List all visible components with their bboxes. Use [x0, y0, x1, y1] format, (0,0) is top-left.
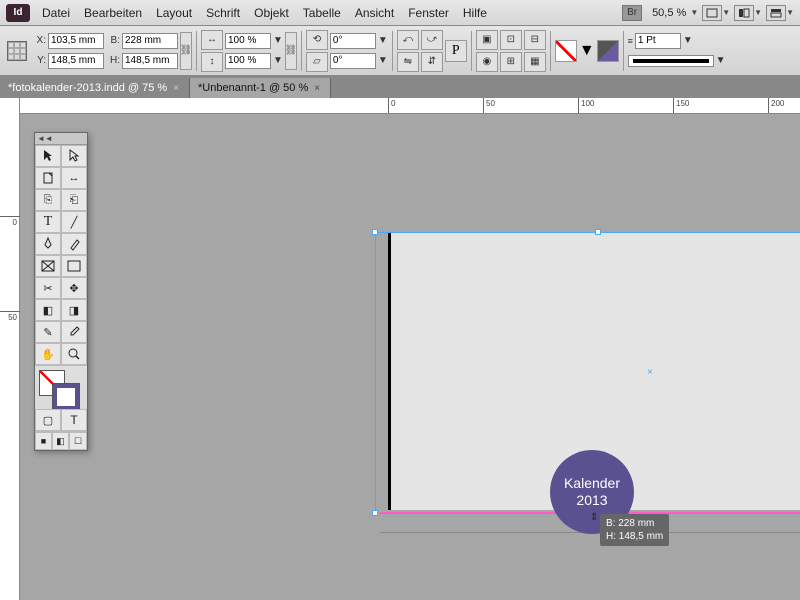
tools-panel[interactable]: ◄◄ ↔ ⎘ ⎗ T ╱ ✂ ✥ ◧ ◨ ✎ ✋ ▢ — [34, 132, 88, 451]
note-tool[interactable]: ✎ — [35, 321, 61, 343]
selection-handle[interactable] — [595, 229, 601, 235]
apply-color-icon[interactable]: ■ — [35, 432, 52, 450]
rotate-ccw-icon[interactable]: ⤺ — [397, 30, 419, 50]
eyedropper-tool[interactable] — [61, 321, 87, 343]
document-tabs: *fotokalender-2013.indd @ 75 %× *Unbenan… — [0, 76, 800, 98]
resize-cursor-icon: ⇕ — [590, 512, 598, 523]
pen-tool[interactable] — [35, 233, 61, 255]
menu-view[interactable]: Ansicht — [355, 6, 394, 20]
menu-edit[interactable]: Bearbeiten — [84, 6, 142, 20]
scale-x-field[interactable] — [225, 33, 271, 49]
w-field[interactable] — [122, 33, 178, 49]
rotate-icon: ⟲ — [306, 30, 328, 50]
link-scale-icon[interactable]: ⛓ — [285, 32, 297, 70]
flip-v-icon[interactable]: ⇵ — [421, 52, 443, 72]
arrange-button[interactable] — [734, 5, 754, 21]
rotate-cw-icon[interactable]: ⤻ — [421, 30, 443, 50]
selection-handle[interactable] — [372, 229, 378, 235]
direct-selection-tool[interactable] — [61, 145, 87, 167]
shear-icon: ▱ — [306, 52, 328, 72]
apply-text-icon[interactable]: T — [61, 409, 87, 431]
doc-tab-active[interactable]: *Unbenannt-1 @ 50 %× — [190, 78, 331, 98]
page-tool[interactable] — [35, 167, 61, 189]
zoom-tool[interactable] — [61, 343, 87, 365]
apply-container-icon[interactable]: ▢ — [35, 409, 61, 431]
scale-x-icon: ↔ — [201, 30, 223, 50]
stroke-weight-field[interactable] — [635, 33, 681, 49]
p-indicator-icon: P — [445, 40, 467, 62]
menu-table[interactable]: Tabelle — [303, 6, 341, 20]
select-content-icon[interactable]: ◉ — [476, 52, 498, 72]
dropdown-icon[interactable]: ▼ — [754, 8, 762, 17]
fit-frame-icon[interactable]: ⊞ — [500, 52, 522, 72]
dropdown-icon[interactable]: ▼ — [722, 8, 730, 17]
scale-y-field[interactable] — [225, 53, 271, 69]
reference-point[interactable] — [4, 31, 30, 71]
stroke-color-swatch[interactable] — [53, 384, 79, 410]
content-collector-tool[interactable]: ⎘ — [35, 189, 61, 211]
rotate-field[interactable] — [330, 33, 376, 49]
menu-window[interactable]: Fenster — [408, 6, 449, 20]
circle-text-2: 2013 — [576, 492, 607, 509]
app-logo: Id — [6, 4, 30, 22]
free-transform-tool[interactable]: ✥ — [61, 277, 87, 299]
workspace-button[interactable] — [766, 5, 786, 21]
menu-layout[interactable]: Layout — [156, 6, 192, 20]
gradient-feather-tool[interactable]: ◨ — [61, 299, 87, 321]
dropdown-icon[interactable]: ▼ — [579, 42, 595, 60]
xy-group: X: Y: — [32, 31, 104, 71]
stroke-style-dropdown[interactable] — [628, 55, 714, 67]
center-crosshair-icon: × — [645, 367, 655, 377]
zoom-dropdown-icon[interactable]: ▼ — [690, 8, 698, 17]
y-field[interactable] — [48, 53, 104, 69]
stroke-swatch[interactable] — [597, 40, 619, 62]
fill-swatch-none[interactable] — [555, 40, 577, 62]
horizontal-ruler[interactable]: 0 50 100 150 200 — [20, 98, 800, 114]
fill-stroke-swatches[interactable] — [35, 365, 87, 409]
menu-file[interactable]: Datei — [42, 6, 70, 20]
selection-tool[interactable] — [35, 145, 61, 167]
rectangle-frame-tool[interactable] — [35, 255, 61, 277]
wh-group: B: H: — [106, 31, 178, 71]
dropdown-icon[interactable]: ▼ — [786, 8, 794, 17]
zoom-level-display[interactable]: 50,5 % — [652, 7, 686, 19]
apply-none-icon[interactable]: ☐ — [69, 432, 87, 450]
menu-object[interactable]: Objekt — [254, 6, 289, 20]
type-tool[interactable]: T — [35, 211, 61, 233]
menu-help[interactable]: Hilfe — [463, 6, 487, 20]
bridge-button[interactable]: Br — [622, 5, 642, 21]
link-wh-icon[interactable]: ⛓ — [180, 32, 192, 70]
fill-frame-icon[interactable]: ▦ — [524, 52, 546, 72]
close-icon[interactable]: × — [173, 83, 179, 94]
content-placer-tool[interactable]: ⎗ — [61, 189, 87, 211]
vertical-ruler[interactable]: 0 50 — [0, 98, 20, 600]
line-tool[interactable]: ╱ — [61, 211, 87, 233]
apply-gradient-icon[interactable]: ◧ — [52, 432, 69, 450]
flip-h-icon[interactable]: ⇋ — [397, 52, 419, 72]
h-field[interactable] — [122, 53, 178, 69]
selection-handle[interactable] — [372, 510, 378, 516]
panel-collapse-icon[interactable]: ◄◄ — [35, 133, 87, 145]
select-container-icon[interactable]: ▣ — [476, 30, 498, 50]
scale-y-icon: ↕ — [201, 52, 223, 72]
dimension-tooltip: B: 228 mm H: 148,5 mm — [600, 514, 669, 546]
center-content-icon[interactable]: ⊟ — [524, 30, 546, 50]
close-icon[interactable]: × — [314, 83, 320, 94]
hand-tool[interactable]: ✋ — [35, 343, 61, 365]
scissors-tool[interactable]: ✂ — [35, 277, 61, 299]
control-bar: X: Y: B: H: ⛓ ↔ ↕ ▼ ▼ ⛓ ⟲ ▱ ▼ ▼ ⤺ ⇋ ⤻ ⇵ … — [0, 26, 800, 76]
shear-field[interactable] — [330, 53, 376, 69]
canvas[interactable]: × Kalender 2013 ⇕ B: 228 mm H: 148,5 mm — [20, 114, 800, 600]
rectangle-tool[interactable] — [61, 255, 87, 277]
pencil-tool[interactable] — [61, 233, 87, 255]
fit-content-icon[interactable]: ⊡ — [500, 30, 522, 50]
menu-bar: Id Datei Bearbeiten Layout Schrift Objek… — [0, 0, 800, 26]
screen-mode-button[interactable] — [702, 5, 722, 21]
menu-type[interactable]: Schrift — [206, 6, 240, 20]
gradient-swatch-tool[interactable]: ◧ — [35, 299, 61, 321]
doc-tab[interactable]: *fotokalender-2013.indd @ 75 %× — [0, 78, 190, 98]
circle-text-1: Kalender — [564, 475, 620, 492]
gap-tool[interactable]: ↔ — [61, 167, 87, 189]
x-field[interactable] — [48, 33, 104, 49]
